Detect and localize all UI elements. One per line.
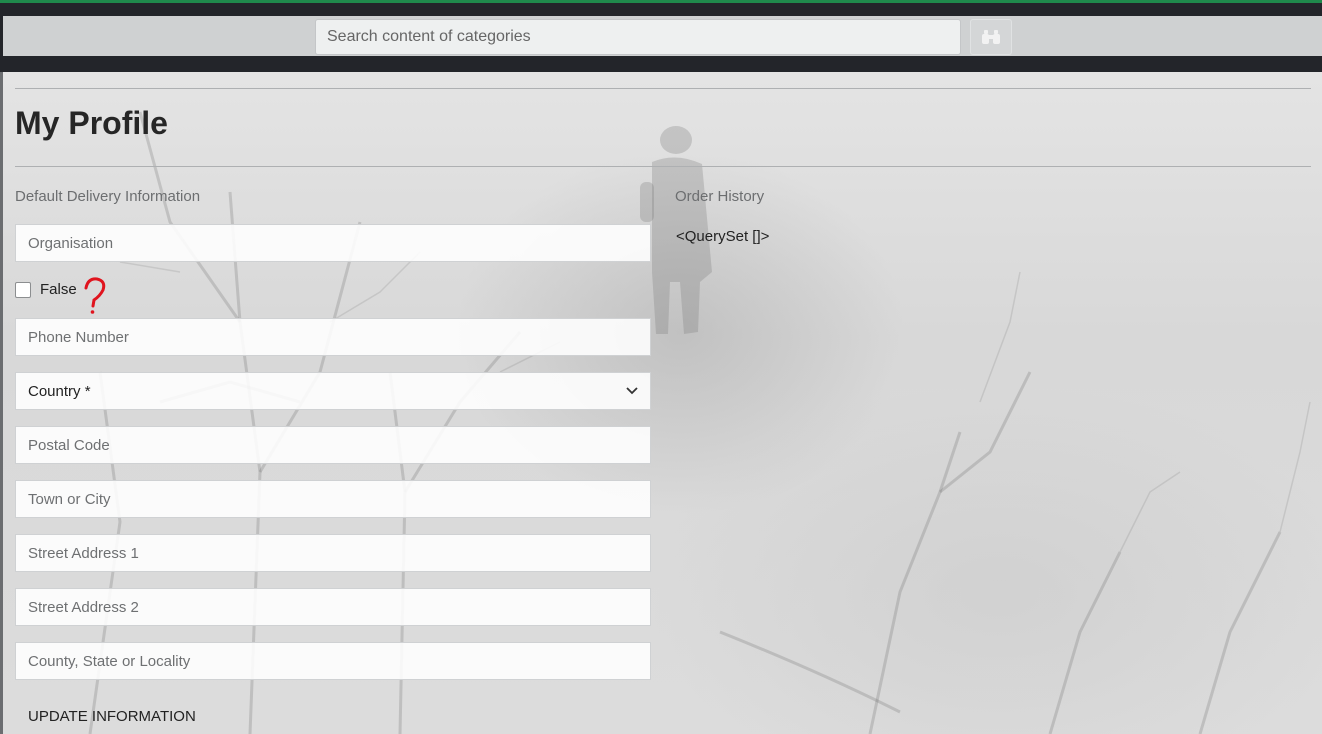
- phone-number-field[interactable]: [15, 318, 651, 356]
- country-select[interactable]: Country *: [15, 372, 651, 410]
- update-information-button[interactable]: UPDATE INFORMATION: [15, 703, 209, 729]
- organisation-field[interactable]: [15, 224, 651, 262]
- delivery-section-label: Default Delivery Information: [15, 188, 201, 205]
- town-city-field[interactable]: [15, 480, 651, 518]
- left-edge: [0, 72, 3, 734]
- question-mark-annotation: [84, 277, 106, 314]
- order-history-queryset: <QuerySet []>: [676, 228, 770, 245]
- checkbox-row: False: [15, 281, 77, 298]
- country-select-value: Country *: [28, 382, 91, 400]
- order-history-label: Order History: [675, 188, 765, 205]
- county-state-field[interactable]: [15, 642, 651, 680]
- checkbox-label: False: [40, 281, 77, 298]
- postal-code-field[interactable]: [15, 426, 651, 464]
- search-button[interactable]: [970, 19, 1012, 55]
- divider-title: [15, 166, 1311, 167]
- chevron-down-icon: [626, 387, 638, 395]
- search-input[interactable]: [315, 19, 961, 55]
- page-title: My Profile: [15, 105, 168, 141]
- binoculars-icon: [982, 30, 1000, 44]
- divider-top: [15, 88, 1311, 89]
- street-address-2-field[interactable]: [15, 588, 651, 626]
- default-checkbox[interactable]: [15, 281, 31, 298]
- street-address-1-field[interactable]: [15, 534, 651, 572]
